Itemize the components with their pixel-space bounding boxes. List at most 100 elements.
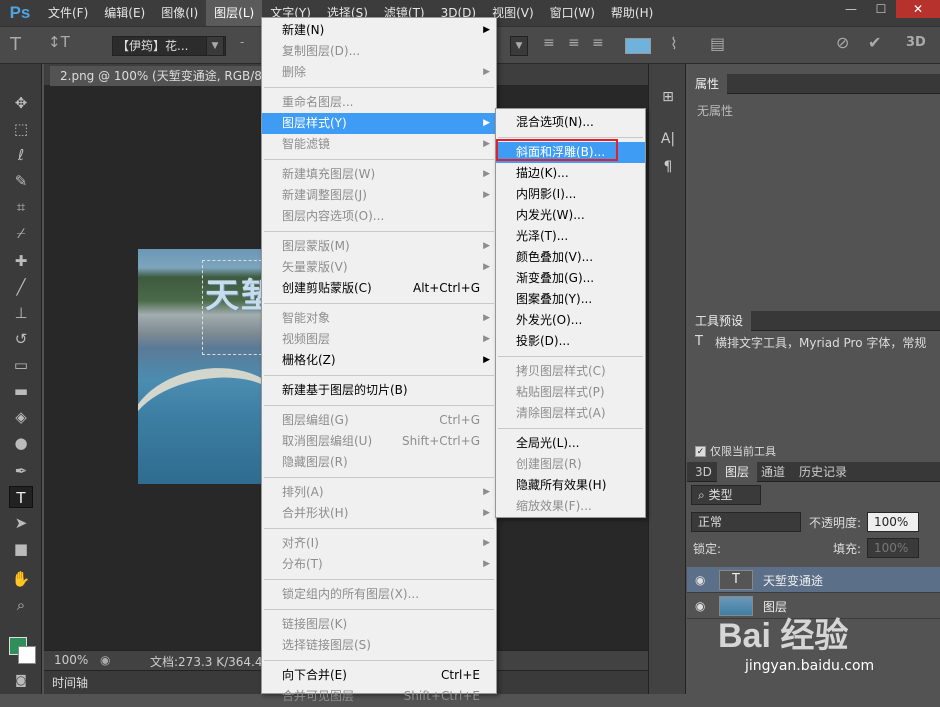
character-panel-icon[interactable]: A| — [657, 128, 679, 150]
submenu-arrow-icon: ▶ — [483, 190, 490, 200]
menu-item[interactable]: 内发光(W)... — [496, 205, 645, 226]
menu-separator — [498, 137, 643, 138]
menu-item-label: 内阴影(I)... — [516, 187, 577, 201]
history-brush-icon[interactable]: ↺ — [9, 328, 33, 350]
menu-item-label: 分布(T) — [282, 557, 323, 571]
layer-name[interactable]: 天堑变通途 — [763, 572, 823, 589]
document-tab[interactable]: 2.png @ 100% (天堑变通途, RGB/8) * — [50, 66, 287, 86]
menu-item[interactable]: 图案叠加(Y)... — [496, 289, 645, 310]
maximize-button[interactable]: ☐ — [866, 0, 896, 18]
blur-tool-icon[interactable]: ◈ — [9, 406, 33, 428]
tab-properties[interactable]: 属性 — [687, 74, 728, 94]
gradient-tool-icon[interactable]: ▬ — [9, 380, 33, 402]
clone-stamp-icon[interactable]: ⊥ — [9, 302, 33, 324]
watermark-url: jingyan.baidu.com — [745, 658, 875, 674]
aa-dropdown-icon[interactable]: ▼ — [510, 36, 528, 56]
cancel-icon[interactable]: ⊘ — [836, 33, 849, 52]
font-family-dropdown-icon[interactable]: ▼ — [206, 36, 224, 56]
minimize-button[interactable]: — — [836, 0, 866, 18]
menu-item[interactable]: 全局光(L)... — [496, 433, 645, 454]
crop-tool-icon[interactable]: ⌗ — [9, 196, 33, 218]
visibility-eye-icon[interactable]: ◉ — [695, 573, 705, 587]
menu-3[interactable]: 图层(L) — [206, 0, 263, 26]
menu-item[interactable]: 图层样式(Y) ▶ — [262, 113, 496, 134]
healing-brush-icon[interactable]: ✚ — [9, 250, 33, 272]
hand-tool-icon[interactable]: ✋ — [9, 568, 33, 590]
menu-item-label: 链接图层(K) — [282, 617, 348, 631]
menu-item: 合并形状(H) ▶ — [262, 503, 496, 524]
menu-item[interactable]: 投影(D)... — [496, 331, 645, 352]
visibility-eye-icon[interactable]: ◉ — [695, 599, 705, 613]
paragraph-panel-icon[interactable]: ¶ — [657, 156, 679, 178]
close-button[interactable]: ✕ — [896, 0, 940, 18]
menu-item: 隐藏图层(R) — [262, 452, 496, 473]
align-right-icon[interactable]: ≡ — [592, 35, 604, 51]
toggle-orientation-icon[interactable]: ↕T — [48, 33, 70, 51]
layer-row-text[interactable]: ◉ T 天堑变通途 — [687, 567, 940, 593]
menu-1[interactable]: 编辑(E) — [96, 0, 153, 26]
quick-mask-icon[interactable]: ◙ — [9, 669, 33, 691]
eraser-tool-icon[interactable]: ▭ — [9, 354, 33, 376]
eyedropper-tool-icon[interactable]: ⌿ — [9, 222, 33, 244]
blend-mode-select[interactable]: 正常 — [691, 512, 801, 532]
dodge-tool-icon[interactable]: ● — [9, 432, 33, 454]
menu-9[interactable]: 窗口(W) — [542, 0, 603, 26]
tab-history[interactable]: 历史记录 — [791, 462, 855, 482]
menu-item[interactable]: 新建基于图层的切片(B) — [262, 380, 496, 401]
tab-3d[interactable]: 3D — [687, 462, 720, 482]
menu-item: 新建调整图层(J) ▶ — [262, 185, 496, 206]
history-panel-icon[interactable]: ⊞ — [657, 86, 679, 108]
pen-tool-icon[interactable]: ✒ — [9, 460, 33, 482]
menu-item-label: 全局光(L)... — [516, 436, 580, 450]
tab-tool-presets[interactable]: 工具预设 — [687, 311, 752, 331]
timeline-tab[interactable]: 时间轴 — [52, 673, 88, 693]
marquee-tool-icon[interactable]: ⬚ — [9, 118, 33, 140]
menu-item[interactable]: 向下合并(E) Ctrl+E — [262, 665, 496, 686]
type-tool-icon[interactable]: T — [10, 34, 21, 55]
no-properties-text: 无属性 — [697, 104, 734, 118]
warp-text-icon[interactable]: ⌇ — [670, 34, 678, 53]
brush-tool-icon[interactable]: ╱ — [9, 276, 33, 298]
menu-item[interactable]: 内阴影(I)... — [496, 184, 645, 205]
character-panel-icon[interactable]: ▤ — [710, 34, 725, 53]
opacity-field[interactable]: 100% — [867, 512, 919, 532]
text-color-swatch[interactable] — [625, 38, 651, 54]
zoom-tool-icon[interactable]: ⌕ — [9, 594, 33, 616]
commit-icon[interactable]: ✔ — [868, 33, 881, 52]
menu-2[interactable]: 图像(I) — [153, 0, 206, 26]
only-current-tool[interactable]: ✓ 仅限当前工具 — [695, 443, 776, 459]
tab-layers[interactable]: 图层 — [717, 462, 758, 482]
path-select-icon[interactable]: ➤ — [9, 512, 33, 534]
lasso-tool-icon[interactable]: ℓ — [9, 144, 33, 166]
align-center-icon[interactable]: ≡ — [568, 35, 580, 51]
move-tool-icon[interactable]: ✥ — [9, 92, 33, 114]
menu-item[interactable]: 光泽(T)... — [496, 226, 645, 247]
align-left-icon[interactable]: ≡ — [543, 35, 555, 51]
menu-0[interactable]: 文件(F) — [40, 0, 96, 26]
menu-item[interactable]: 栅格化(Z) ▶ — [262, 350, 496, 371]
zoom-field[interactable]: 100% — [54, 653, 88, 667]
menu-item-label: 隐藏所有效果(H) — [516, 478, 607, 492]
background-color[interactable] — [18, 646, 36, 664]
menu-10[interactable]: 帮助(H) — [603, 0, 661, 26]
type-tool-icon[interactable]: T — [9, 486, 33, 508]
menu-item[interactable]: 隐藏所有效果(H) — [496, 475, 645, 496]
menu-item[interactable]: 创建剪贴蒙版(C) Alt+Ctrl+G — [262, 278, 496, 299]
status-arrow-icon[interactable]: ◉ — [100, 653, 110, 667]
menu-item-label: 投影(D)... — [516, 334, 571, 348]
3d-button[interactable]: 3D — [906, 35, 926, 50]
preset-item[interactable]: 横排文字工具，Myriad Pro 字体，常规 — [715, 334, 926, 351]
menu-item[interactable]: 描边(K)... — [496, 163, 645, 184]
menu-item[interactable]: 新建(N) ▶ — [262, 20, 496, 41]
layer-filter-field[interactable]: ⌕ 类型 — [691, 485, 761, 505]
menu-item[interactable]: 混合选项(N)... — [496, 112, 645, 133]
menu-item[interactable]: 渐变叠加(G)... — [496, 268, 645, 289]
rectangle-tool-icon[interactable]: ■ — [9, 538, 33, 560]
menu-item[interactable]: 外发光(O)... — [496, 310, 645, 331]
tab-channels[interactable]: 通道 — [753, 462, 793, 482]
checkbox-icon[interactable]: ✓ — [695, 445, 706, 457]
quick-select-tool-icon[interactable]: ✎ — [9, 170, 33, 192]
fill-field[interactable]: 100% — [867, 538, 919, 558]
menu-item[interactable]: 颜色叠加(V)... — [496, 247, 645, 268]
menu-item: 创建图层(R) — [496, 454, 645, 475]
